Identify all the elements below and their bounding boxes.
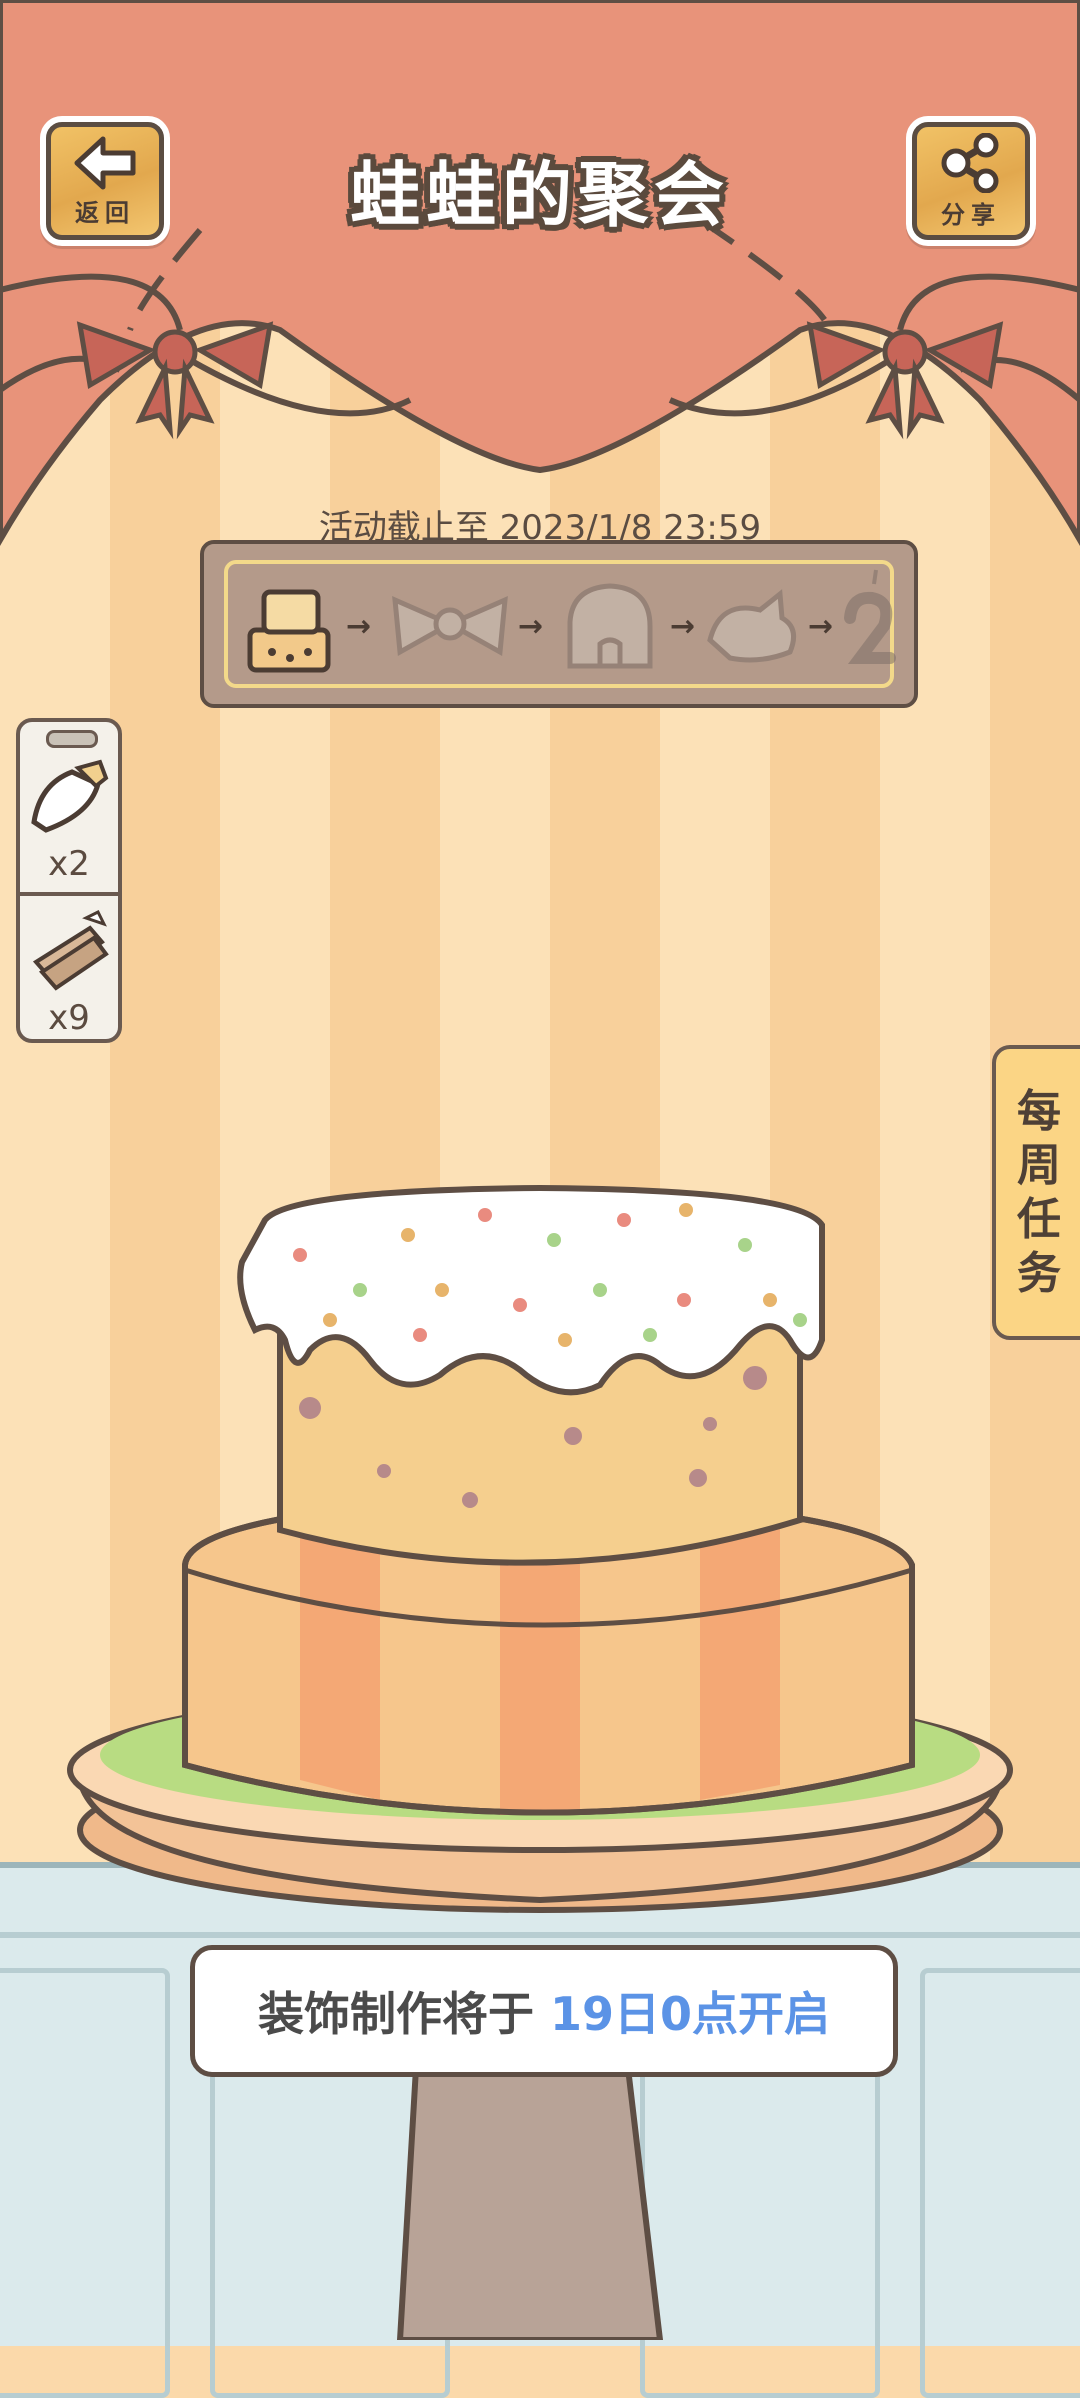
decoration-notice: 装饰制作将于 19日0点开启 — [190, 1945, 898, 2077]
weekly-tasks-tab[interactable]: 每 周 任 务 — [992, 1045, 1080, 1340]
weekly-tasks-char: 务 — [1017, 1247, 1061, 1299]
notice-highlight: 19日0点开启 — [549, 1987, 831, 2041]
inventory-panel: x2 x9 — [16, 718, 122, 1043]
svg-text:→: → — [518, 609, 543, 644]
svg-text:→: → — [346, 609, 371, 644]
curtain — [0, 0, 1080, 547]
event-progress-track: → → → → — [200, 540, 918, 708]
svg-text:→: → — [808, 609, 833, 644]
inventory-item-piping-bag[interactable]: x2 — [20, 744, 118, 894]
weekly-tasks-char: 周 — [1017, 1139, 1061, 1191]
piping-bag-icon — [31, 759, 109, 833]
notice-prefix: 装饰制作将于 — [257, 1987, 550, 2041]
piping-bag-bundle-icon — [32, 909, 109, 991]
weekly-tasks-char: 任 — [1017, 1193, 1061, 1245]
inventory-count: x2 — [48, 844, 90, 884]
svg-text:→: → — [670, 609, 695, 644]
inventory-count: x9 — [48, 998, 90, 1038]
bow-icon — [392, 596, 508, 657]
share-label: 分享 — [941, 200, 1001, 229]
creature-icon — [707, 589, 797, 663]
number-candle-icon — [844, 569, 896, 664]
cream-icon — [567, 583, 653, 669]
inventory-item-piping-bag-bundle[interactable]: x9 — [20, 898, 118, 1048]
cake-icon — [247, 589, 331, 673]
share-icon — [941, 132, 999, 193]
weekly-tasks-char: 每 — [1017, 1085, 1061, 1137]
share-button[interactable]: 分享 — [906, 116, 1036, 246]
